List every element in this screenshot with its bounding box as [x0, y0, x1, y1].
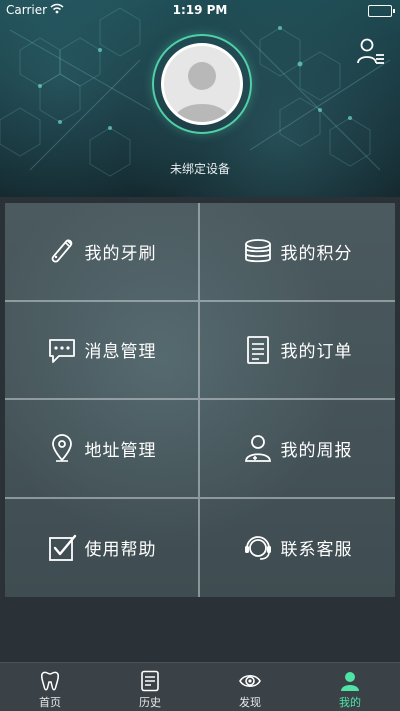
menu-item-customer-service[interactable]: 联系客服 [200, 499, 395, 598]
tab-label: 首页 [39, 696, 61, 709]
menu-panel: 我的牙刷 我的积分 消息管理 我的订单 地址管理 我的周报 使用帮助 联系客服 [5, 203, 395, 597]
menu-item-orders[interactable]: 我的订单 [200, 302, 395, 400]
avatar[interactable] [161, 43, 243, 125]
menu-grid: 我的牙刷 我的积分 消息管理 我的订单 地址管理 我的周报 使用帮助 联系客服 [5, 203, 395, 597]
status-bar: Carrier 1:19 PM [0, 0, 400, 20]
tab-label: 历史 [139, 696, 161, 709]
chat-bubble-icon [48, 338, 75, 363]
menu-item-label: 消息管理 [84, 342, 157, 363]
document-icon [246, 335, 269, 364]
tab-bar: 首页 历史 发现 我的 [0, 662, 400, 711]
person-icon [341, 672, 359, 691]
default-avatar-icon [174, 62, 230, 122]
menu-item-label: 联系客服 [280, 540, 353, 561]
eye-icon [239, 674, 261, 688]
menu-item-weekly-report[interactable]: 我的周报 [200, 400, 395, 499]
coins-stack-icon [244, 239, 271, 263]
menu-item-label: 我的积分 [280, 243, 353, 264]
menu-item-label: 使用帮助 [84, 540, 157, 561]
tab-label: 我的 [339, 696, 361, 709]
menu-item-label: 我的牙刷 [84, 243, 157, 264]
doctor-icon [244, 435, 271, 463]
menu-item-address[interactable]: 地址管理 [5, 400, 200, 499]
tooth-icon [40, 671, 60, 691]
menu-item-label: 我的周报 [280, 440, 353, 461]
profile-header: 未绑定设备 [0, 0, 400, 197]
menu-item-label: 我的订单 [280, 342, 353, 363]
location-pin-icon [51, 434, 72, 463]
user-list-icon[interactable] [356, 36, 386, 66]
history-document-icon [141, 670, 159, 692]
toothbrush-icon [51, 239, 72, 263]
tab-mine[interactable]: 我的 [300, 663, 400, 711]
tab-label: 发现 [239, 696, 261, 709]
headset-icon [244, 535, 271, 560]
tab-home[interactable]: 首页 [0, 663, 100, 711]
menu-item-label: 地址管理 [84, 440, 157, 461]
device-binding-status[interactable]: 未绑定设备 [0, 160, 400, 177]
checkbox-icon [48, 534, 76, 561]
avatar-ring[interactable] [152, 34, 252, 134]
menu-item-messages[interactable]: 消息管理 [5, 301, 200, 400]
battery-icon [368, 5, 395, 17]
clock: 1:19 PM [172, 3, 228, 17]
tab-discover[interactable]: 发现 [200, 663, 300, 711]
menu-item-toothbrush[interactable]: 我的牙刷 [5, 203, 200, 302]
menu-item-points[interactable]: 我的积分 [200, 203, 395, 302]
menu-item-help[interactable]: 使用帮助 [5, 498, 200, 597]
tab-history[interactable]: 历史 [100, 663, 200, 711]
